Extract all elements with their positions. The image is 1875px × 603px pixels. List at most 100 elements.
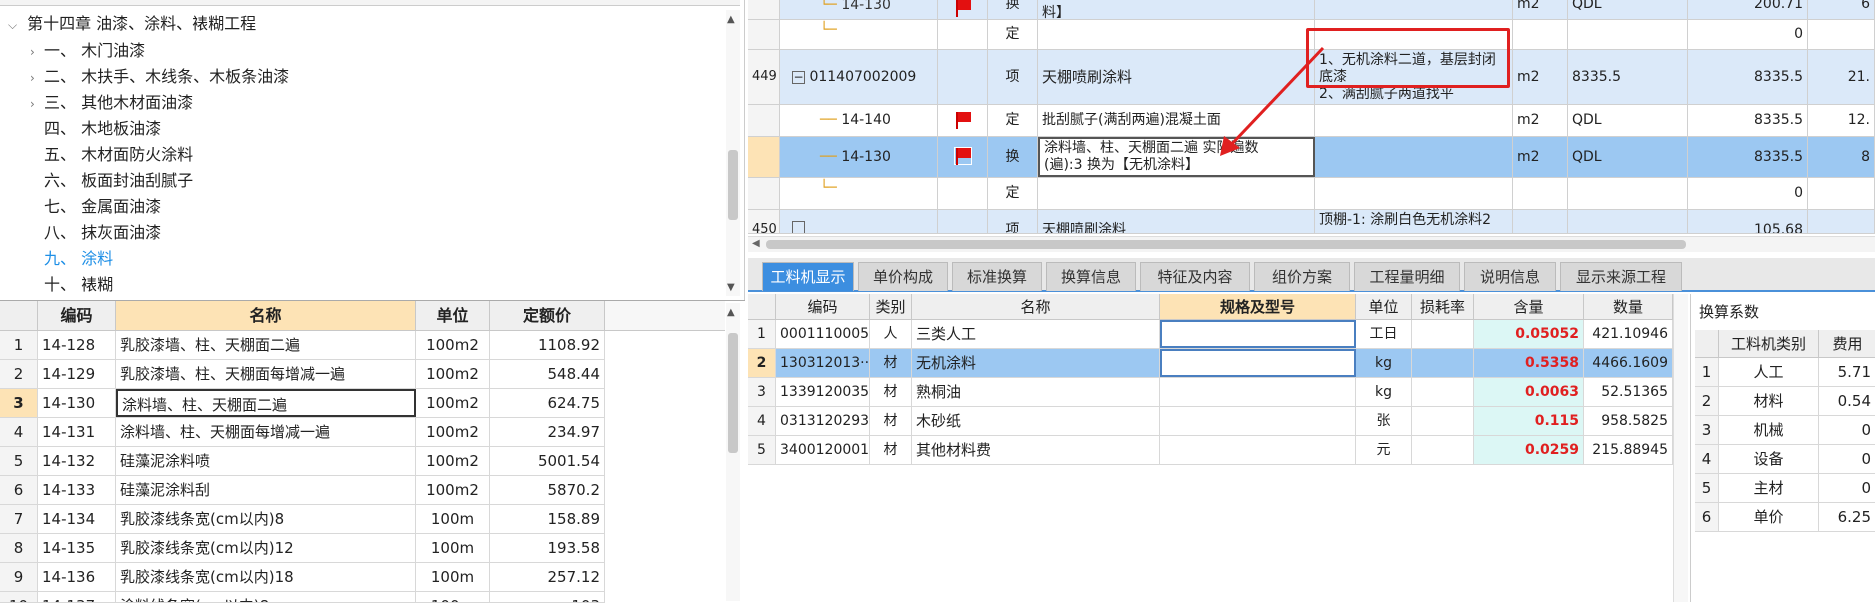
scrollbar-thumb[interactable] — [728, 150, 738, 220]
table-row[interactable]: 5 14-132 硅藻泥涂料喷 100m2 5001.54 — [0, 447, 605, 476]
column-header[interactable]: 规格及型号 — [1160, 294, 1356, 320]
row-number: 1 — [1695, 358, 1719, 386]
column-header[interactable]: 定额价 — [490, 301, 605, 331]
table-row[interactable]: 1 0001110005 人 三类人工 工日 0.05052 421.10946 — [748, 320, 1673, 349]
code-cell[interactable]: − 011407002009 — [780, 50, 938, 104]
scroll-up-icon[interactable]: ▲ — [727, 307, 735, 318]
horizontal-scrollbar[interactable]: ◀ — [748, 236, 1875, 252]
column-header[interactable]: 编码 — [776, 294, 870, 320]
tree-item[interactable]: 八、 抹灰面油漆 — [44, 221, 161, 245]
chevron-right-icon[interactable]: › — [30, 92, 44, 116]
column-header[interactable]: 编码 — [38, 301, 116, 331]
scroll-up-icon[interactable]: ▲ — [727, 14, 735, 25]
scroll-left-icon[interactable]: ◀ — [752, 238, 760, 249]
fee-cell[interactable]: 0 — [1819, 445, 1875, 473]
column-header[interactable]: 工料机类别 — [1719, 330, 1819, 358]
table-row[interactable]: 10 14-137 涂料线条宽(cm以内)8 100m 103 — [0, 592, 605, 603]
loss-rate-cell[interactable] — [1412, 320, 1474, 348]
table-row[interactable]: └─ 定 0 — [748, 178, 1875, 210]
spec-cell[interactable] — [1160, 407, 1356, 435]
table-row[interactable]: 450 项 天棚喷刷涂料 顶棚-1: 涂刷白色无机涂料2 105.68 — [748, 210, 1875, 234]
loss-rate-cell[interactable] — [1412, 378, 1474, 406]
table-row[interactable]: 8 14-135 乳胶漆线条宽(cm以内)12 100m 193.58 — [0, 534, 605, 563]
tree-item[interactable]: 六、 板面封油刮腻子 — [44, 169, 193, 193]
content-cell[interactable]: 0.0259 — [1474, 436, 1584, 464]
tab-features[interactable]: 特征及内容 — [1140, 262, 1250, 291]
content-cell[interactable]: 0.0063 — [1474, 378, 1584, 406]
column-header[interactable]: 费用 — [1819, 330, 1875, 358]
column-header[interactable]: 名称 — [116, 301, 416, 331]
tree-item[interactable]: 七、 金属面油漆 — [44, 195, 161, 219]
table-row[interactable]: 4 设备 0 — [1695, 445, 1875, 474]
tab-standard-conversion[interactable]: 标准换算 — [952, 262, 1042, 291]
collapse-icon[interactable]: − — [792, 70, 805, 84]
scrollbar-thumb[interactable] — [766, 240, 1686, 249]
tree-item[interactable]: 五、 木材面防火涂料 — [44, 143, 193, 167]
loss-rate-cell[interactable] — [1412, 407, 1474, 435]
column-header[interactable]: 类别 — [870, 294, 912, 320]
chevron-right-icon[interactable]: › — [30, 40, 44, 64]
chevron-right-icon[interactable]: › — [30, 66, 44, 90]
tree-scrollbar[interactable]: ▲ ▼ — [726, 10, 740, 296]
loss-rate-cell[interactable] — [1412, 349, 1474, 377]
table-row[interactable]: 9 14-136 乳胶漆线条宽(cm以内)18 100m 257.12 — [0, 563, 605, 592]
table-row[interactable]: 5 主材 0 — [1695, 474, 1875, 503]
table-row[interactable]: 6 14-133 硅藻泥涂料刮 100m2 5870.2 — [0, 476, 605, 505]
table-row[interactable]: 6 单价 6.25 — [1695, 503, 1875, 532]
name-cell-focused[interactable]: 涂料墙、柱、天棚面二遍 — [116, 389, 416, 417]
column-header[interactable]: 单位 — [416, 301, 490, 331]
table-row[interactable]: 7 14-134 乳胶漆线条宽(cm以内)8 100m 158.89 — [0, 505, 605, 534]
fee-cell[interactable]: 5.71 — [1819, 358, 1875, 386]
fee-cell[interactable]: 0 — [1819, 416, 1875, 444]
tree-item[interactable]: › 三、 其他木材面油漆 — [30, 91, 193, 115]
tab-quantity-detail[interactable]: 工程量明细 — [1354, 262, 1460, 291]
table-row[interactable]: 4 14-131 涂料墙、柱、天棚面每增减一遍 100m2 234.97 — [0, 418, 605, 447]
row-number — [748, 178, 780, 209]
column-header[interactable]: 单位 — [1356, 294, 1412, 320]
table-row[interactable]: 2 14-129 乳胶漆墙、柱、天棚面每增减一遍 100m2 548.44 — [0, 360, 605, 389]
tab-description[interactable]: 说明信息 — [1464, 262, 1556, 291]
table-row[interactable]: 5 3400120001 材 其他材料费 元 0.0259 215.88945 — [748, 436, 1673, 465]
column-header[interactable]: 数量 — [1584, 294, 1673, 320]
spec-cell[interactable] — [1160, 378, 1356, 406]
scroll-down-icon[interactable]: ▼ — [727, 282, 735, 293]
table-row[interactable]: 3 机械 0 — [1695, 416, 1875, 445]
spec-cell[interactable] — [1160, 436, 1356, 464]
tab-source-project[interactable]: 显示来源工程 — [1560, 262, 1682, 291]
tree-item[interactable]: 十、 裱糊 — [44, 273, 113, 297]
table-row[interactable]: 3 1339120035 材 熟桐油 kg 0.0063 52.51365 — [748, 378, 1673, 407]
table-row[interactable]: 2 材料 0.54 — [1695, 387, 1875, 416]
content-cell[interactable]: 0.115 — [1474, 407, 1584, 435]
tree-item[interactable]: › 二、 木扶手、木线条、木板条油漆 — [30, 65, 289, 89]
fee-cell[interactable]: 0.54 — [1819, 387, 1875, 415]
content-cell[interactable]: 0.5358 — [1474, 349, 1584, 377]
tree-item-selected[interactable]: 九、 涂料 — [44, 247, 113, 271]
tab-pricing-scheme[interactable]: 组价方案 — [1254, 262, 1350, 291]
tree-item[interactable]: 四、 木地板油漆 — [44, 117, 161, 141]
table-row[interactable]: 1 14-128 乳胶漆墙、柱、天棚面二遍 100m2 1108.92 — [0, 331, 605, 360]
spec-input[interactable] — [1160, 349, 1356, 377]
chevron-down-icon[interactable]: ⌵ — [8, 13, 22, 37]
content-cell[interactable]: 0.05052 — [1474, 320, 1584, 348]
tree-root[interactable]: ⌵ 第十四章 油漆、涂料、裱糊工程 — [8, 12, 256, 36]
table-row[interactable]: └─ 14-130 换 料】 m2 QDL 200.71 6 — [748, 0, 1875, 20]
tab-conversion-info[interactable]: 换算信息 — [1046, 262, 1136, 291]
scrollbar-thumb[interactable] — [728, 333, 738, 453]
fee-cell[interactable]: 6.25 — [1819, 503, 1875, 531]
splitter[interactable] — [1673, 294, 1688, 602]
spec-input[interactable] — [1160, 320, 1356, 348]
column-header[interactable]: 损耗率 — [1412, 294, 1474, 320]
fee-cell[interactable]: 0 — [1819, 474, 1875, 502]
table-row[interactable]: 1 人工 5.71 — [1695, 358, 1875, 387]
tab-labor-material-machine[interactable]: 工料机显示 — [762, 262, 854, 291]
column-header[interactable]: 含量 — [1474, 294, 1584, 320]
table-row-selected[interactable]: 2 130312013··· 材 无机涂料 kg 0.5358 4466.160… — [748, 349, 1673, 378]
quota-scrollbar[interactable]: ▲ — [726, 303, 740, 601]
tree-item[interactable]: › 一、 木门油漆 — [30, 39, 145, 63]
table-row-selected[interactable]: 3 14-130 涂料墙、柱、天棚面二遍 100m2 624.75 — [0, 389, 605, 418]
loss-rate-cell[interactable] — [1412, 436, 1474, 464]
column-header[interactable]: 名称 — [912, 294, 1160, 320]
table-row[interactable]: 4 0313120293 材 木砂纸 张 0.115 958.5825 — [748, 407, 1673, 436]
tab-unit-price-composition[interactable]: 单价构成 — [858, 262, 948, 291]
collapse-icon[interactable] — [792, 221, 805, 233]
